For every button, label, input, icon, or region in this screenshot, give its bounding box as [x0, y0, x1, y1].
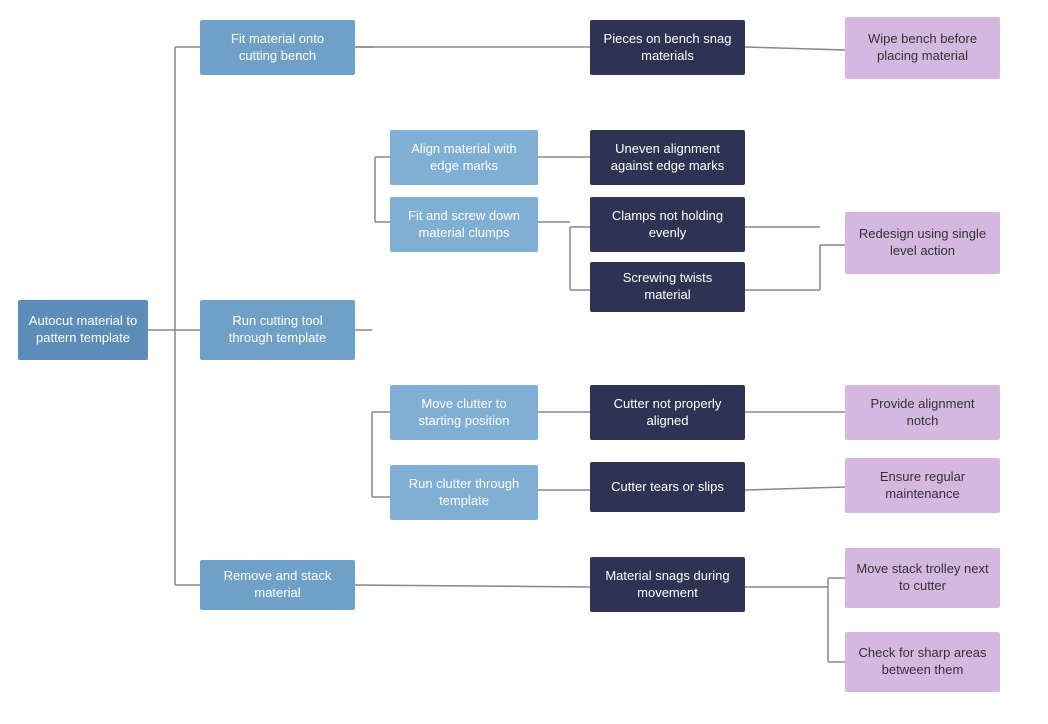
- p-cutter-align-node: Cutter not properly aligned: [590, 385, 745, 440]
- diagram-container: Autocut material to pattern template Fit…: [0, 0, 1048, 724]
- p-screwing-node: Screwing twists material: [590, 262, 745, 312]
- p-cutter-tears-node: Cutter tears or slips: [590, 462, 745, 512]
- l1-run-node: Run cutting tool through template: [200, 300, 355, 360]
- s-wipe-node: Wipe bench before placing material: [845, 17, 1000, 79]
- root-node: Autocut material to pattern template: [18, 300, 148, 360]
- s-maintenance-node: Ensure regular maintenance: [845, 458, 1000, 513]
- l2-screw-node: Fit and screw down material clumps: [390, 197, 538, 252]
- s-alignment-node: Provide alignment notch: [845, 385, 1000, 440]
- s-trolley-node: Move stack trolley next to cutter: [845, 548, 1000, 608]
- p-material-snags-node: Material snags during movement: [590, 557, 745, 612]
- p-pieces-node: Pieces on bench snag materials: [590, 20, 745, 75]
- l1-remove-node: Remove and stack material: [200, 560, 355, 610]
- p-clamps-node: Clamps not holding evenly: [590, 197, 745, 252]
- l2-runclutter-node: Run clutter through template: [390, 465, 538, 520]
- l2-move-node: Move clutter to starting position: [390, 385, 538, 440]
- connector-lines: [0, 0, 1048, 724]
- s-sharp-node: Check for sharp areas between them: [845, 632, 1000, 692]
- s-redesign-node: Redesign using single level action: [845, 212, 1000, 274]
- p-uneven-node: Uneven alignment against edge marks: [590, 130, 745, 185]
- l2-align-node: Align material with edge marks: [390, 130, 538, 185]
- l1-fit-node: Fit material onto cutting bench: [200, 20, 355, 75]
